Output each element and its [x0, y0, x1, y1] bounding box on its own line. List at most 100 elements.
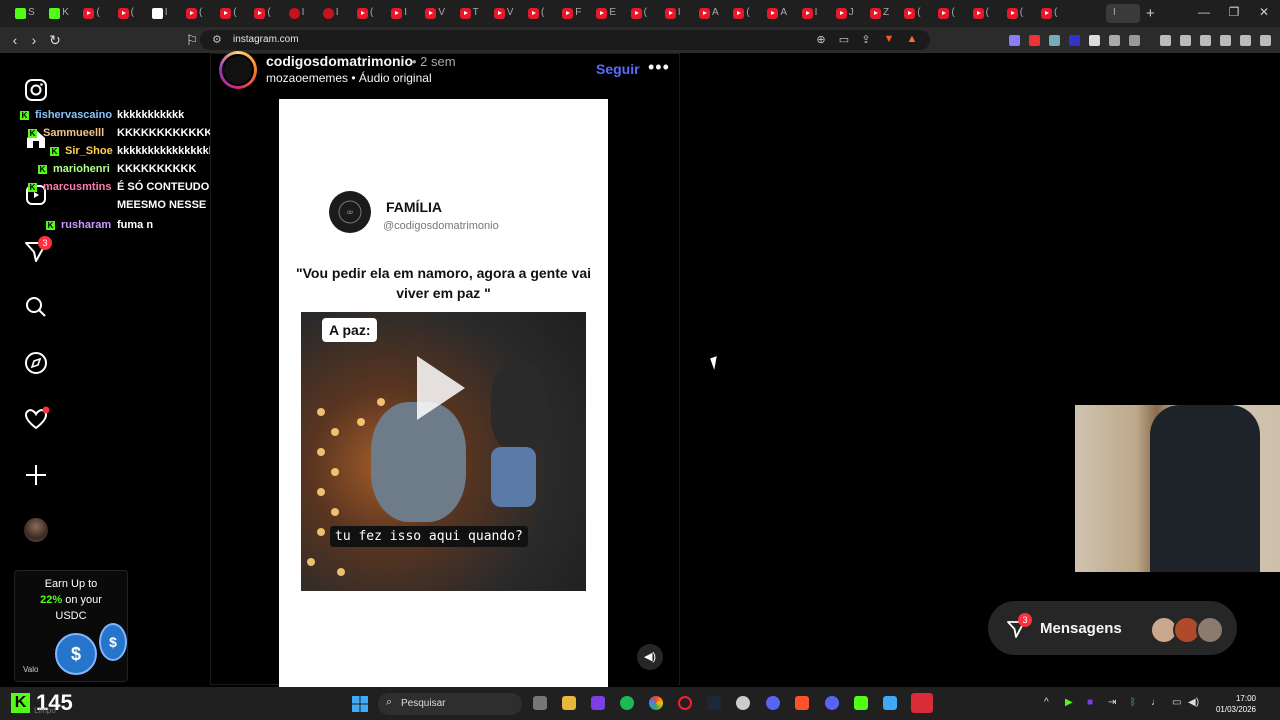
spotify-icon[interactable]: [620, 696, 634, 710]
browser-tab[interactable]: I: [658, 4, 688, 23]
browser-tab[interactable]: I: [145, 4, 175, 23]
notepad-icon[interactable]: [883, 696, 897, 710]
leo-ai-icon[interactable]: [1220, 35, 1231, 46]
system-clock[interactable]: 17:00 01/03/2026: [1206, 693, 1256, 715]
explore-icon[interactable]: [22, 349, 50, 377]
zoom-icon[interactable]: ⊕: [814, 33, 828, 46]
bluetooth-icon[interactable]: ᛒ: [1130, 697, 1136, 708]
brave-shield-icon[interactable]: ▼: [882, 33, 896, 45]
profile-avatar[interactable]: [24, 518, 48, 542]
reel-media[interactable]: ∞ FAMÍLIA @codigosdomatrimonio "Vou pedi…: [279, 99, 608, 687]
browser-tab[interactable]: (: [76, 4, 106, 23]
usdc-advertisement[interactable]: Earn Up to 22% on your USDC $ $ Valo: [14, 570, 128, 682]
extension-icon[interactable]: [1029, 35, 1040, 46]
browser-tab[interactable]: Z: [863, 4, 893, 23]
browser-tab[interactable]: V: [487, 4, 517, 23]
app-icon[interactable]: [911, 693, 933, 713]
play-icon[interactable]: [417, 356, 465, 420]
browser-tab[interactable]: (: [1034, 4, 1064, 23]
task-view-icon[interactable]: [533, 696, 547, 710]
minimize-icon[interactable]: —: [1194, 5, 1214, 19]
browser-tab[interactable]: E: [589, 4, 619, 23]
vpn-icon[interactable]: [1240, 35, 1251, 46]
browser-tab[interactable]: (: [966, 4, 996, 23]
extension-icon[interactable]: [1089, 35, 1100, 46]
microphone-icon[interactable]: ♩: [1151, 697, 1161, 708]
instagram-logo-icon[interactable]: [22, 76, 50, 104]
menu-icon[interactable]: [1260, 35, 1271, 46]
brave-rewards-icon[interactable]: ▲: [905, 33, 919, 45]
tray-app-icon[interactable]: ■: [1087, 697, 1093, 708]
browser-tab[interactable]: S: [8, 4, 38, 23]
speaker-icon[interactable]: ◀): [1188, 697, 1199, 708]
brave-icon[interactable]: [795, 696, 809, 710]
taskbar-search[interactable]: ⌕ Pesquisar: [378, 693, 522, 715]
post-author-avatar[interactable]: [219, 51, 257, 89]
steam-icon[interactable]: [707, 696, 721, 710]
follow-button[interactable]: Seguir: [596, 61, 640, 77]
browser-tab[interactable]: (: [624, 4, 654, 23]
browser-tab[interactable]: (: [1000, 4, 1030, 23]
site-settings-icon[interactable]: ⚙: [212, 33, 222, 46]
browser-tab[interactable]: (: [247, 4, 277, 23]
search-icon[interactable]: [22, 293, 50, 321]
embedded-video[interactable]: A paz: tu fez isso aqui quando?: [301, 312, 586, 591]
create-plus-icon[interactable]: [22, 461, 50, 489]
windows-start-icon[interactable]: [352, 696, 368, 712]
back-icon[interactable]: ‹: [7, 32, 23, 48]
cast-icon[interactable]: ▭: [837, 33, 851, 46]
media-icon[interactable]: [1160, 35, 1171, 46]
extension-icon[interactable]: [1009, 35, 1020, 46]
sidebar-toggle-icon[interactable]: [1180, 35, 1191, 46]
browser-tab[interactable]: (: [726, 4, 756, 23]
volume-icon[interactable]: ◀): [637, 644, 663, 670]
app-icon[interactable]: [736, 696, 750, 710]
browser-tab[interactable]: (: [213, 4, 243, 23]
tray-app-icon[interactable]: ▶: [1065, 697, 1073, 708]
browser-tab[interactable]: (: [179, 4, 209, 23]
browser-tab[interactable]: (: [897, 4, 927, 23]
browser-tab[interactable]: I: [316, 4, 346, 23]
browser-tab[interactable]: V: [418, 4, 448, 23]
chrome-icon[interactable]: [649, 696, 663, 710]
browser-tab[interactable]: I: [282, 4, 312, 23]
reload-icon[interactable]: ↻: [47, 32, 63, 48]
file-explorer-icon[interactable]: [562, 696, 576, 710]
app-icon[interactable]: [854, 696, 868, 710]
close-window-icon[interactable]: ✕: [1254, 5, 1274, 19]
browser-tab[interactable]: T: [453, 4, 483, 23]
extension-icon[interactable]: [1129, 35, 1140, 46]
discord-icon[interactable]: [825, 696, 839, 710]
browser-tab[interactable]: I: [795, 4, 825, 23]
post-audio-line[interactable]: mozaoememes • Áudio original: [266, 71, 432, 85]
notifications-heart-icon[interactable]: [22, 405, 50, 433]
address-bar[interactable]: ⚙ instagram.com ⊕ ▭ ⇪ ▼ ▲: [200, 30, 930, 50]
browser-tab[interactable]: J: [829, 4, 859, 23]
browser-tab[interactable]: K: [42, 4, 72, 23]
browser-tab[interactable]: (: [111, 4, 141, 23]
active-browser-tab[interactable]: I: [1106, 4, 1140, 23]
browser-tab[interactable]: (: [931, 4, 961, 23]
more-options-icon[interactable]: •••: [648, 57, 670, 78]
browser-tab[interactable]: A: [760, 4, 790, 23]
browser-tab[interactable]: (: [350, 4, 380, 23]
messages-button[interactable]: 3 Mensagens: [988, 601, 1237, 655]
wallet-icon[interactable]: [1200, 35, 1211, 46]
restore-icon[interactable]: ❐: [1224, 5, 1244, 19]
network-icon[interactable]: ▭: [1172, 697, 1181, 708]
browser-tab[interactable]: F: [555, 4, 585, 23]
extensions-puzzle-icon[interactable]: [1109, 35, 1120, 46]
browser-tab[interactable]: I: [384, 4, 414, 23]
forward-icon[interactable]: ›: [26, 32, 42, 48]
extension-icon[interactable]: [1069, 35, 1080, 46]
new-tab-button[interactable]: +: [1146, 5, 1155, 22]
tray-app-icon[interactable]: ⇥: [1108, 697, 1116, 708]
browser-tab[interactable]: A: [692, 4, 722, 23]
post-author-username[interactable]: codigosdomatrimonio: [266, 53, 413, 69]
browser-tab[interactable]: (: [521, 4, 551, 23]
share-icon[interactable]: ⇪: [859, 33, 873, 46]
opera-icon[interactable]: [678, 696, 692, 710]
app-icon[interactable]: [766, 696, 780, 710]
app-icon[interactable]: [591, 696, 605, 710]
tray-overflow-icon[interactable]: ^: [1044, 697, 1049, 708]
